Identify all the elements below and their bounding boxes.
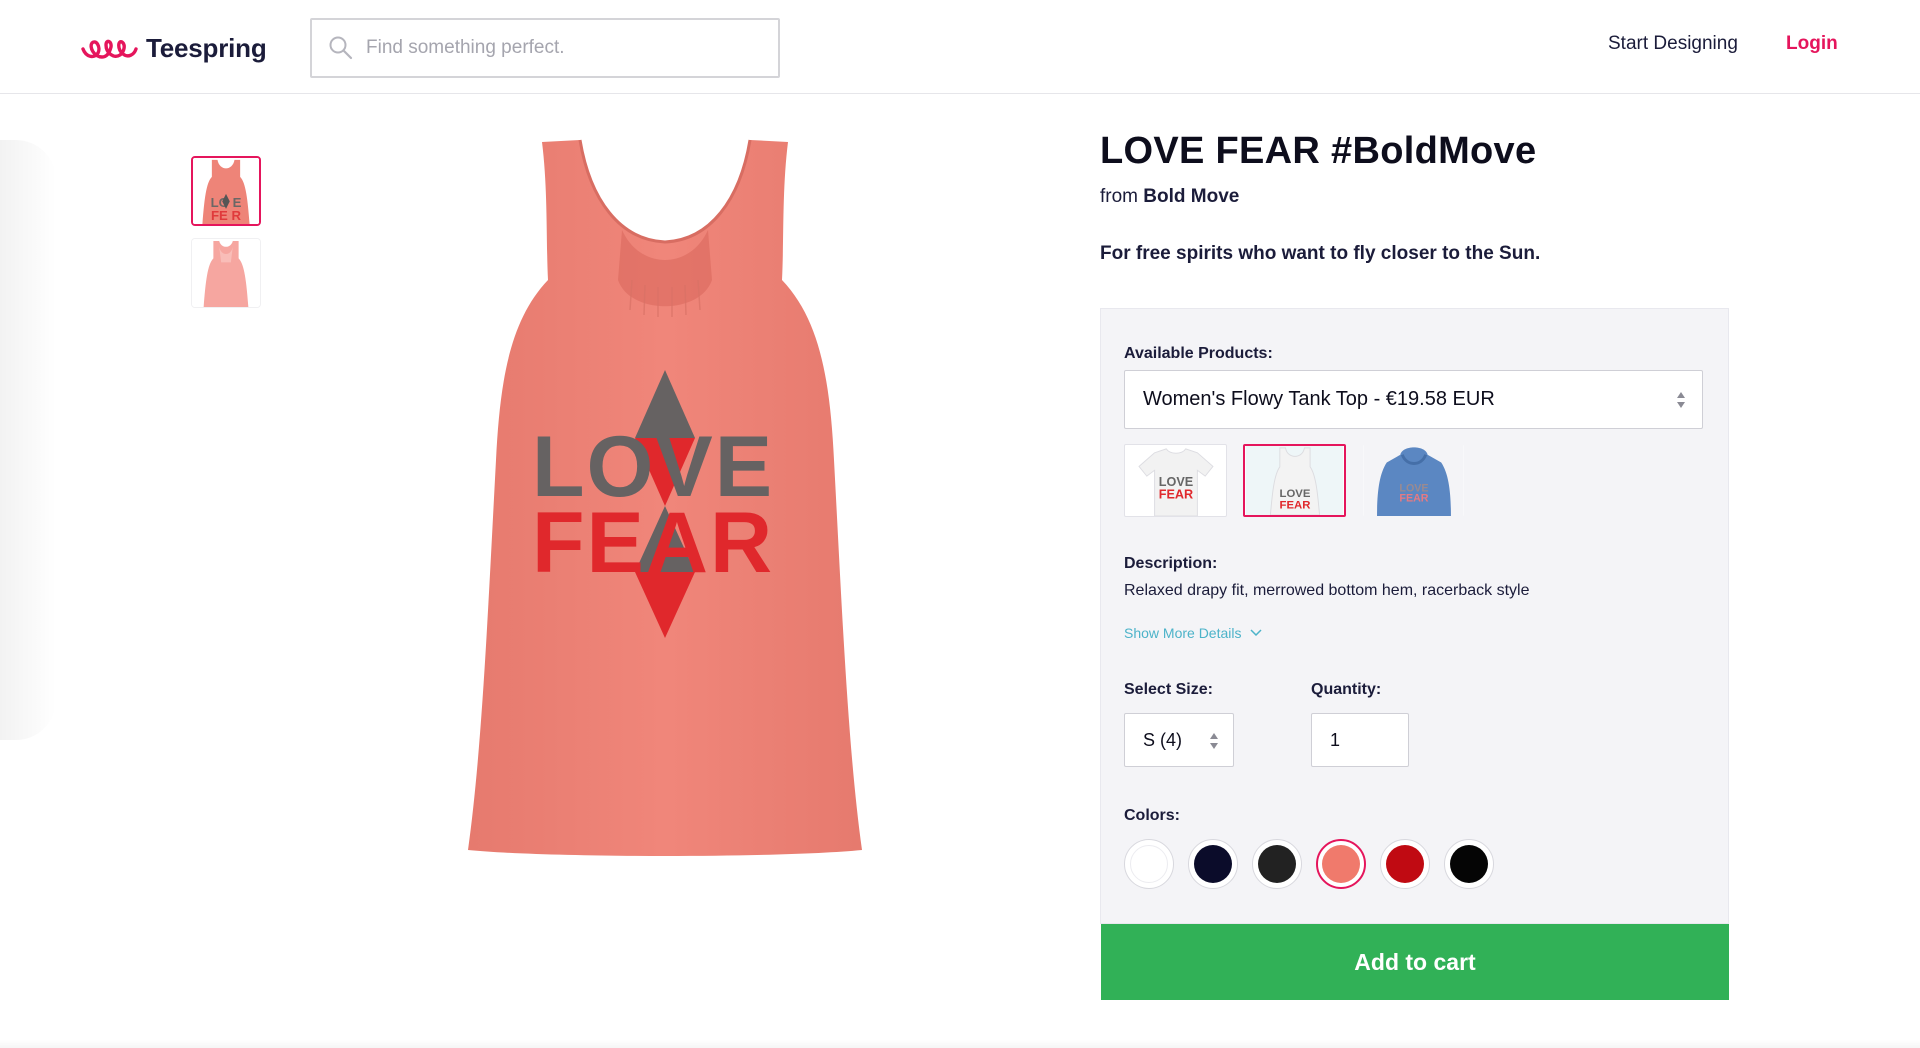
color-swatch-fill	[1450, 845, 1488, 883]
color-swatch[interactable]	[1316, 839, 1366, 889]
tshirt-thumb-icon: LOVE FEAR	[1125, 445, 1226, 516]
color-swatch[interactable]	[1124, 839, 1174, 889]
quantity-input[interactable]	[1311, 713, 1409, 767]
page-bottom-shadow	[0, 1040, 1920, 1048]
svg-text:FE R: FE R	[211, 208, 242, 223]
logo-text: Teespring	[146, 32, 267, 63]
tank-top-product-image: LOVE FEAR	[468, 139, 862, 856]
show-more-details-label: Show More Details	[1124, 625, 1242, 641]
from-label: from	[1100, 186, 1138, 207]
svg-text:FEAR: FEAR	[1159, 487, 1193, 501]
size-select[interactable]: S (4)	[1124, 713, 1234, 767]
svg-text:FEAR: FEAR	[1280, 499, 1311, 511]
select-arrows-icon	[1210, 733, 1218, 749]
search-input[interactable]	[366, 37, 766, 59]
color-swatch[interactable]	[1444, 839, 1494, 889]
size-label: Select Size:	[1124, 681, 1213, 698]
tank-top-thumb-icon: LOVE FEAR	[1245, 446, 1344, 515]
add-to-cart-button[interactable]: Add to cart	[1101, 924, 1729, 1000]
color-swatch[interactable]	[1380, 839, 1430, 889]
gallery-thumbnail-front[interactable]: LO E FE R	[191, 156, 261, 226]
store-name-link[interactable]: Bold Move	[1143, 186, 1239, 207]
site-header: Teespring Start Designing Login	[0, 0, 1920, 94]
tank-top-back-thumb-icon	[192, 239, 260, 307]
start-designing-link[interactable]: Start Designing	[1608, 33, 1738, 55]
colors-label: Colors:	[1124, 807, 1180, 824]
product-thumb-hoodie[interactable]: LOVE FEAR	[1362, 444, 1465, 517]
available-products-label: Available Products:	[1124, 345, 1273, 362]
quantity-label: Quantity:	[1311, 681, 1382, 698]
product-type-value: Women's Flowy Tank Top - €19.58 EUR	[1143, 388, 1495, 410]
hoodie-thumb-icon: LOVE FEAR	[1363, 445, 1464, 516]
select-arrows-icon	[1677, 392, 1685, 408]
teespring-logo-icon	[81, 39, 138, 59]
show-more-details-link[interactable]: Show More Details	[1124, 625, 1262, 641]
product-main-image: LOVE FEAR	[450, 130, 880, 870]
product-store-line: from Bold Move	[1100, 186, 1239, 208]
color-swatch-fill	[1386, 845, 1424, 883]
search-icon	[329, 36, 353, 60]
product-title: LOVE FEAR #BoldMove	[1100, 130, 1537, 172]
color-swatch-fill	[1258, 845, 1296, 883]
product-thumb-tshirt[interactable]: LOVE FEAR	[1124, 444, 1227, 517]
product-options-panel: Available Products: Women's Flowy Tank T…	[1100, 308, 1729, 924]
gallery-thumbnail-back[interactable]	[191, 238, 261, 308]
color-swatch[interactable]	[1188, 839, 1238, 889]
login-link[interactable]: Login	[1786, 33, 1838, 55]
svg-text:LOVE: LOVE	[1280, 488, 1311, 500]
description-text: Relaxed drapy fit, merrowed bottom hem, …	[1124, 582, 1530, 599]
tank-top-front-thumb-icon: LO E FE R	[193, 158, 259, 224]
product-thumb-tank-top[interactable]: LOVE FEAR	[1243, 444, 1346, 517]
size-value: S (4)	[1143, 729, 1183, 750]
color-swatch-fill	[1322, 845, 1360, 883]
left-edge-shadow	[0, 140, 56, 740]
color-swatch-fill	[1130, 845, 1168, 883]
logo[interactable]: Teespring	[80, 30, 267, 66]
description-label: Description:	[1124, 555, 1218, 572]
product-tagline: For free spirits who want to fly closer …	[1100, 243, 1541, 264]
search-box[interactable]	[310, 18, 780, 78]
color-swatch[interactable]	[1252, 839, 1302, 889]
svg-text:FEAR: FEAR	[1399, 492, 1428, 504]
design-text-fear: FEAR	[532, 495, 774, 591]
chevron-down-icon	[1249, 629, 1262, 637]
product-type-select[interactable]: Women's Flowy Tank Top - €19.58 EUR	[1124, 370, 1703, 429]
color-swatch-fill	[1194, 845, 1232, 883]
